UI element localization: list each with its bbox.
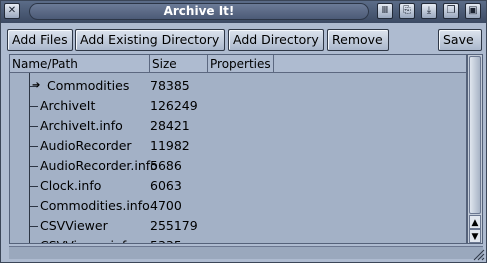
title-bar[interactable]: ✕ Archive It! Ⅲ ⎘ ⤓ ❐ ▣ xyxy=(1,1,486,23)
tree-branch xyxy=(30,166,38,167)
item-size: 11982 xyxy=(150,138,190,153)
tree-branch xyxy=(30,106,38,107)
column-header-size[interactable]: Size xyxy=(150,55,208,73)
item-size: 5335 xyxy=(150,236,182,243)
item-size: 4700 xyxy=(150,198,182,213)
resize-handle-icon[interactable] xyxy=(472,248,485,261)
item-name: CSVViewer.info xyxy=(40,236,134,243)
tree-branch xyxy=(30,126,38,127)
download-icon[interactable]: ⤓ xyxy=(421,3,437,19)
item-name: ArchiveIt xyxy=(40,98,96,113)
horizontal-scrollbar[interactable] xyxy=(9,246,483,259)
item-size: 6063 xyxy=(150,178,182,193)
file-list[interactable]: Name/Path Size Properties ➔ Commodities … xyxy=(9,54,467,244)
list-item[interactable]: AudioRecorder.info 5686 xyxy=(10,156,466,176)
item-name: Commodities.info xyxy=(40,198,150,213)
save-button[interactable]: Save xyxy=(438,29,482,51)
remove-button[interactable]: Remove xyxy=(327,29,389,51)
item-name: Commodities xyxy=(47,78,130,93)
scrollbar-thumb[interactable] xyxy=(469,56,481,214)
list-item[interactable]: ArchiveIt 126249 xyxy=(10,96,466,116)
item-name: AudioRecorder.info xyxy=(40,158,158,173)
scroll-up-icon[interactable]: ▲ xyxy=(469,215,481,229)
list-item[interactable]: Commodities.info 4700 xyxy=(10,196,466,216)
add-directory-button[interactable]: Add Directory xyxy=(228,29,324,51)
item-name: Clock.info xyxy=(40,178,102,193)
list-item[interactable]: ➔ Commodities 78385 xyxy=(10,76,466,96)
tree-branch xyxy=(30,226,38,227)
item-size: 126249 xyxy=(150,98,198,113)
tree-branch xyxy=(30,186,38,187)
iconify-icon[interactable]: Ⅲ xyxy=(377,3,393,19)
list-item[interactable]: CSVViewer 255179 xyxy=(10,216,466,236)
list-item[interactable]: AudioRecorder 11982 xyxy=(10,136,466,156)
tree-branch xyxy=(30,206,38,207)
snapshot-icon[interactable]: ⎘ xyxy=(399,3,415,19)
tree-branch xyxy=(30,146,38,147)
item-size: 78385 xyxy=(150,78,190,93)
add-files-button[interactable]: Add Files xyxy=(7,29,73,51)
item-size: 5686 xyxy=(150,158,182,173)
list-item[interactable]: ArchiveIt.info 28421 xyxy=(10,116,466,136)
item-size: 255179 xyxy=(150,218,198,233)
zoom-icon[interactable]: ▣ xyxy=(465,3,481,19)
title-pill: Archive It! xyxy=(29,3,369,20)
archive-it-window: ✕ Archive It! Ⅲ ⎘ ⤓ ❐ ▣ Add Files Add Ex… xyxy=(0,0,487,263)
list-item[interactable]: CSVViewer.info 5335 xyxy=(10,236,466,243)
list-header: Name/Path Size Properties xyxy=(10,55,466,73)
add-existing-directory-button[interactable]: Add Existing Directory xyxy=(75,29,225,51)
close-icon[interactable]: ✕ xyxy=(4,3,20,19)
column-header-filler xyxy=(274,55,466,73)
scroll-down-icon[interactable]: ▼ xyxy=(469,229,481,243)
vertical-scrollbar[interactable]: ▲ ▼ xyxy=(467,54,483,244)
depth-icon[interactable]: ❐ xyxy=(443,3,459,19)
item-size: 28421 xyxy=(150,118,190,133)
item-name: CSVViewer xyxy=(40,218,108,233)
window-title: Archive It! xyxy=(163,4,235,18)
list-item[interactable]: Clock.info 6063 xyxy=(10,176,466,196)
expand-arrow-icon[interactable]: ➔ xyxy=(32,76,40,96)
item-name: AudioRecorder xyxy=(40,138,132,153)
column-header-properties[interactable]: Properties xyxy=(208,55,274,73)
item-name: ArchiveIt.info xyxy=(40,118,123,133)
column-header-name[interactable]: Name/Path xyxy=(10,55,150,73)
